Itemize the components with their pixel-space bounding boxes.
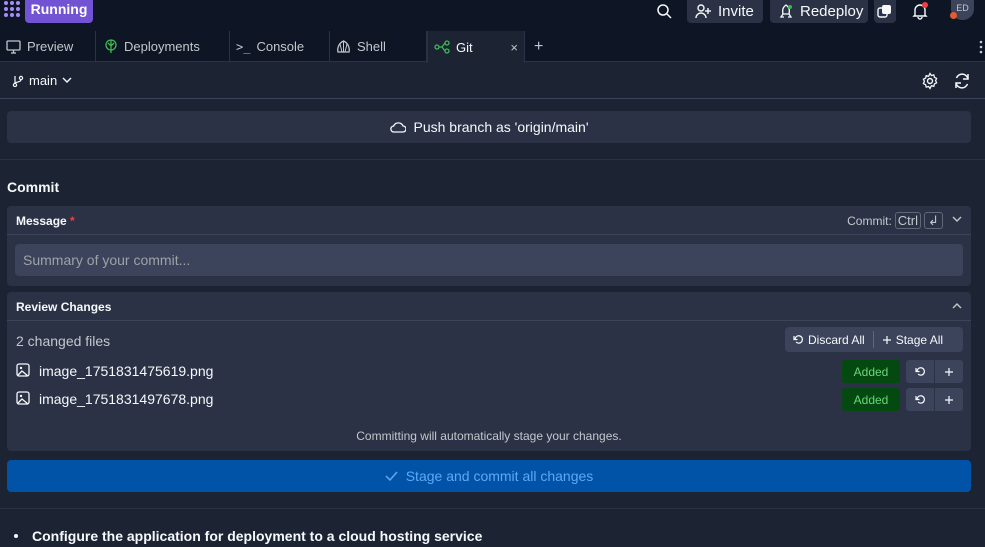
tab-shell[interactable]: Shell [330, 31, 427, 62]
stage-and-commit-button[interactable]: Stage and commit all changes [7, 460, 971, 492]
commit-shortcut-hint: Commit: Ctrl ↲ [847, 212, 943, 229]
gear-icon[interactable] [921, 72, 939, 90]
file-actions [906, 388, 963, 411]
stage-file-button[interactable] [935, 360, 963, 383]
ctrl-key: Ctrl [894, 212, 921, 229]
stage-all-button[interactable]: Stage All [874, 327, 951, 352]
file-name: image_1751831475619.png [39, 363, 214, 379]
invite-button[interactable]: Invite [687, 0, 763, 23]
bullet-icon [14, 534, 18, 538]
message-panel-header: Message * Commit: Ctrl ↲ [7, 206, 971, 235]
file-actions [906, 360, 963, 383]
required-mark: * [70, 214, 75, 228]
search-icon[interactable] [655, 0, 673, 22]
running-button[interactable]: Running [25, 0, 93, 23]
logo-icon[interactable] [2, 0, 22, 20]
avatar-status-icon [950, 12, 957, 19]
chevron-up-icon[interactable] [952, 302, 962, 309]
branch-selector[interactable]: main [12, 73, 72, 88]
check-icon [385, 471, 398, 481]
tab-label: Git [456, 39, 473, 55]
push-branch-button[interactable]: Push branch as 'origin/main' [7, 111, 971, 143]
invite-label: Invite [718, 3, 754, 20]
git-toolbar: main [0, 62, 985, 99]
review-changes-panel: Review Changes 2 changed files Discard A… [7, 292, 971, 451]
message-label: Message * [16, 214, 75, 228]
image-file-icon [16, 363, 30, 377]
divider [0, 508, 985, 509]
git-icon [434, 40, 450, 54]
tab-label: Preview [27, 39, 74, 54]
tab-label: Console [256, 39, 305, 54]
push-branch-label: Push branch as 'origin/main' [413, 119, 589, 135]
tab-preview[interactable]: Preview [0, 31, 96, 62]
chevron-down-icon [62, 77, 72, 84]
agent-task-text: Configure the application for deployment… [32, 528, 483, 544]
tab-label: Deployments [124, 39, 200, 54]
file-row[interactable]: image_1751831475619.png Added [7, 359, 971, 383]
commit-hint-label: Commit: [847, 213, 892, 228]
more-options-icon[interactable] [979, 40, 983, 54]
tab-bar: Preview Deployments >_ Console Shell Git… [0, 31, 985, 63]
review-changes-title: Review Changes [16, 300, 112, 314]
commit-heading: Commit [7, 179, 60, 195]
commit-message-input[interactable] [15, 244, 963, 276]
discard-all-label: Discard All [808, 332, 865, 347]
refresh-icon[interactable] [953, 72, 971, 90]
shell-icon [336, 39, 351, 54]
monitor-icon [6, 39, 21, 54]
redeploy-button[interactable]: Redeploy [770, 0, 868, 23]
status-badge: Added [842, 388, 900, 411]
stage-and-commit-label: Stage and commit all changes [405, 468, 594, 484]
changed-files-count: 2 changed files [16, 333, 111, 349]
tab-label: Shell [357, 39, 386, 54]
plus-icon [882, 335, 892, 345]
divider [0, 159, 985, 160]
image-file-icon [16, 391, 30, 405]
tab-console[interactable]: >_ Console [230, 31, 330, 62]
discard-file-button[interactable] [906, 360, 934, 383]
status-badge: Added [842, 360, 900, 383]
cloud-icon [389, 121, 406, 133]
chevron-down-icon[interactable] [952, 216, 962, 223]
enter-key: ↲ [924, 212, 943, 229]
add-tab-button[interactable]: + [534, 31, 543, 62]
stage-all-label: Stage All [895, 332, 944, 347]
copy-icon[interactable] [874, 0, 896, 23]
review-changes-header[interactable]: Review Changes [7, 292, 971, 321]
message-panel: Message * Commit: Ctrl ↲ [7, 206, 971, 286]
bell-icon[interactable] [910, 0, 930, 22]
message-label-text: Message [16, 214, 67, 228]
add-user-icon [695, 4, 712, 19]
tab-deployments[interactable]: Deployments [96, 31, 230, 62]
branch-icon [12, 75, 24, 87]
tab-git[interactable]: Git × [427, 31, 525, 63]
discard-file-button[interactable] [906, 388, 934, 411]
discard-all-button[interactable]: Discard All [785, 327, 873, 352]
branch-name: main [29, 73, 58, 88]
file-row[interactable]: image_1751831497678.png Added [7, 387, 971, 411]
bulk-actions: Discard All Stage All [785, 327, 963, 352]
console-icon: >_ [236, 39, 251, 54]
agent-task-item: Configure the application for deployment… [14, 528, 482, 544]
commit-note: Committing will automatically stage your… [356, 429, 622, 443]
file-name: image_1751831497678.png [39, 391, 214, 407]
close-icon[interactable]: × [510, 40, 518, 55]
deployments-icon [104, 39, 118, 54]
top-bar: Running Invite Redeploy ED [0, 0, 985, 31]
stage-file-button[interactable] [935, 388, 963, 411]
undo-icon [793, 334, 804, 345]
redeploy-icon [778, 3, 794, 20]
redeploy-label: Redeploy [800, 3, 864, 20]
